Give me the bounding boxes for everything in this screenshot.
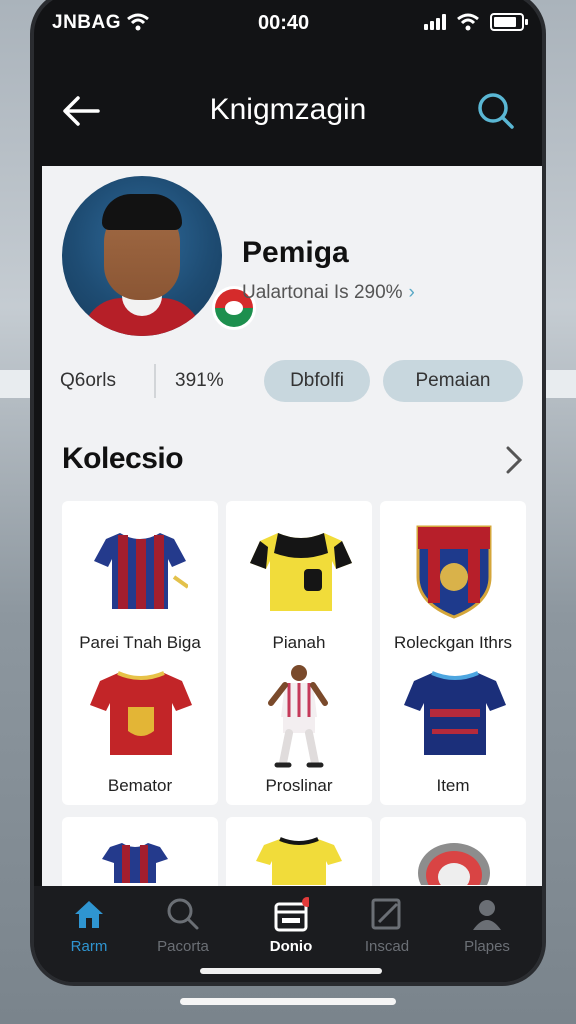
collection-item-label: Item (436, 776, 470, 795)
chevron-right-icon[interactable] (498, 442, 528, 478)
avatar[interactable] (62, 176, 222, 336)
wifi-small-icon (127, 13, 149, 31)
profile-name: Pemiga (242, 236, 349, 269)
jersey-striped-icon (102, 843, 168, 883)
tab-home[interactable]: Rarm (44, 896, 134, 966)
profile-button-secondary[interactable]: Pemaian (383, 360, 523, 402)
battery-icon (490, 13, 528, 31)
edit-icon (371, 898, 401, 930)
main-content: Pemiga Ualartonai Is 290% › Q6orls 391% D… (42, 166, 542, 888)
jersey-yellow-icon (256, 837, 342, 885)
profile-subtitle[interactable]: Ualartonai Is 290% › (242, 282, 415, 304)
club-crest-icon (416, 525, 492, 619)
calendar-icon (274, 897, 309, 932)
player-figure-icon (268, 665, 328, 768)
collection-item-label: Pianah (272, 633, 326, 652)
tab-label: Inscad (364, 938, 410, 955)
tab-label: Pacorta (157, 938, 209, 955)
search-icon (167, 898, 199, 930)
home-indicator-outer (180, 998, 396, 1005)
collection-item-label: Roleckgan Ithrs (393, 633, 513, 652)
tab-profile[interactable]: Plapes (442, 896, 532, 966)
jersey-yellow-icon (250, 533, 352, 611)
status-icons (424, 12, 528, 32)
phone-frame: JNBAG 00:40 Knigmzagin Pemiga Ualartonai… (30, 0, 546, 986)
status-time: 00:40 (258, 12, 310, 34)
collection-item-label: Proslinar (265, 776, 333, 795)
search-icon[interactable] (472, 87, 520, 135)
section-title: Kolecsio (62, 442, 184, 475)
carrier-label: JNBAG (52, 12, 122, 33)
tab-label: Plapes (464, 938, 510, 955)
profile-subtitle-text: Ualartonai Is 290% (242, 282, 403, 303)
jersey-striped-icon (94, 533, 188, 609)
status-bar: JNBAG 00:40 (34, 4, 542, 44)
home-icon (75, 901, 103, 928)
signal-icon (424, 14, 446, 30)
tab-calendar[interactable]: Donio (246, 896, 336, 966)
collection-item-label: Bemator (107, 776, 173, 795)
home-indicator[interactable] (200, 968, 382, 974)
tab-search[interactable]: Pacorta (138, 896, 228, 966)
stats-row: Q6orls 391% Dbfolfi Pemaian (42, 358, 542, 404)
tab-label: Rarm (70, 938, 108, 955)
ball-icon (418, 843, 490, 885)
jersey-navy-icon (404, 671, 506, 755)
divider (154, 364, 156, 398)
wifi-icon (457, 13, 479, 31)
jersey-red-icon (90, 671, 192, 755)
person-icon (473, 900, 501, 930)
chevron-right-icon: › (408, 282, 415, 303)
tab-label: Donio (269, 938, 313, 955)
stat-value: Q6orls (60, 370, 116, 391)
stat-value: 391% (175, 370, 224, 391)
collection-item-label: Parei Tnah Biga (79, 633, 201, 652)
top-app-bar: Knigmzagin (34, 79, 542, 149)
tab-edit[interactable]: Inscad (342, 896, 432, 966)
page-title: Knigmzagin (209, 93, 367, 126)
profile-button-primary[interactable]: Dbfolfi (264, 360, 370, 402)
